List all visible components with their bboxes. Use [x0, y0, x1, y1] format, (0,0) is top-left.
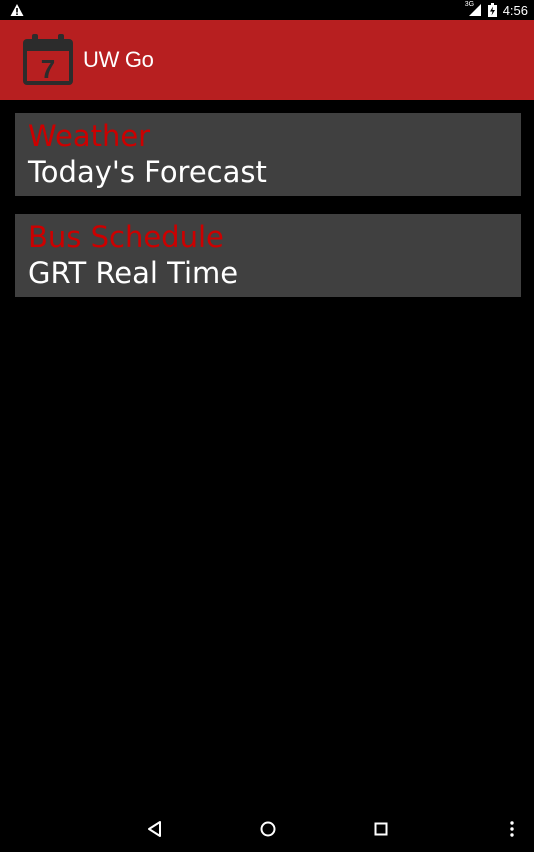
home-circle-icon[interactable]	[257, 818, 279, 840]
weather-card[interactable]: Weather Today's Forecast	[15, 113, 521, 196]
app-toolbar: 7 UW Go	[0, 20, 534, 100]
app-screen: 3G 4:56 7 UW Go Weather Today's Forecast…	[0, 0, 534, 852]
app-title: UW Go	[83, 47, 154, 72]
overflow-menu-icon[interactable]	[501, 818, 523, 840]
calendar-number: 7	[41, 54, 55, 84]
status-bar: 3G 4:56	[0, 0, 534, 20]
card-title: Weather	[28, 119, 151, 153]
recents-square-icon[interactable]	[370, 818, 392, 840]
navigation-bar	[0, 804, 534, 852]
bus-schedule-card[interactable]: Bus Schedule GRT Real Time	[15, 214, 521, 297]
status-icons: 3G 4:56	[464, 0, 528, 20]
warning-icon	[10, 3, 24, 17]
card-title: Bus Schedule	[28, 220, 224, 254]
battery-charging-icon	[487, 3, 497, 17]
calendar-icon: 7	[20, 33, 76, 89]
clock-time: 4:56	[502, 2, 528, 18]
back-triangle-icon[interactable]	[144, 818, 166, 840]
card-subtitle: Today's Forecast	[28, 155, 267, 189]
card-subtitle: GRT Real Time	[28, 256, 239, 290]
network-type-label: 3G	[464, 1, 475, 8]
signal-icon: 3G	[464, 1, 482, 17]
